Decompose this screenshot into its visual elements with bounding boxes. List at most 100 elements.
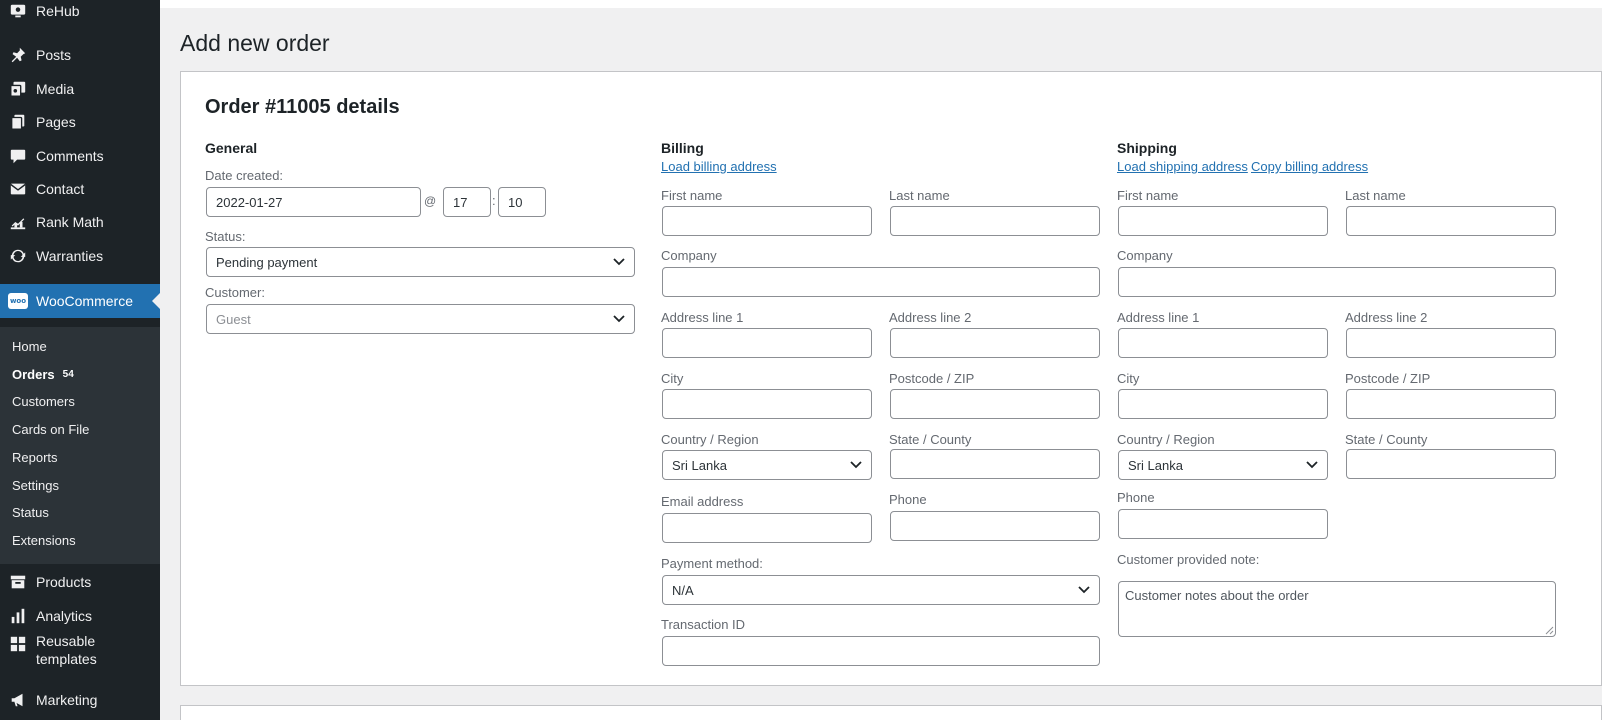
billing-phone-input[interactable] (890, 511, 1100, 541)
megaphone-icon (8, 690, 28, 710)
menu-item-label: Products (36, 574, 92, 590)
menu-item-warranties[interactable]: Warranties (0, 239, 160, 273)
hour-input[interactable]: 17 (443, 187, 491, 217)
minute-input[interactable]: 10 (498, 187, 546, 217)
menu-item-label: Warranties (36, 248, 104, 264)
payment-method-label: Payment method: (661, 556, 763, 571)
submenu-item-orders[interactable]: Orders 54 (12, 364, 74, 384)
billing-company-input[interactable] (662, 267, 1100, 297)
chevron-down-icon (1306, 461, 1318, 469)
submenu-label: Settings (12, 477, 59, 493)
menu-item-label: Analytics (36, 608, 93, 624)
menu-item-products[interactable]: Products (0, 565, 160, 599)
submenu-item-customers[interactable]: Customers (12, 391, 75, 411)
billing-last-name-input[interactable] (890, 206, 1100, 236)
menu-item-posts[interactable]: Posts (0, 38, 160, 72)
page-title: Add new order (180, 30, 330, 56)
billing-country-value: Sri Lanka (672, 457, 727, 473)
submenu-label: Reports (12, 449, 58, 465)
shipping-address1-input[interactable] (1118, 328, 1328, 358)
load-billing-address-link[interactable]: Load billing address (661, 159, 777, 174)
billing-address2-input[interactable] (890, 328, 1100, 358)
billing-state-input[interactable] (890, 449, 1100, 479)
menu-item-label: Marketing (36, 692, 98, 708)
shipping-company-label: Company (1117, 248, 1173, 263)
customer-note-placeholder: Customer notes about the order (1125, 588, 1309, 603)
menu-item-comments[interactable]: Comments (0, 139, 160, 173)
load-shipping-address-link[interactable]: Load shipping address (1117, 159, 1248, 174)
menu-item-contact[interactable]: Contact (0, 172, 160, 206)
woocommerce-logo: woo (8, 293, 28, 309)
shipping-first-name-input[interactable] (1118, 206, 1328, 236)
payment-method-value: N/A (672, 582, 694, 598)
transaction-id-label: Transaction ID (661, 617, 746, 632)
billing-city-input[interactable] (662, 389, 872, 419)
billing-first-name-input[interactable] (662, 206, 872, 236)
envelope-icon (8, 179, 28, 199)
shipping-phone-input[interactable] (1118, 509, 1328, 539)
top-strip (160, 0, 1602, 8)
menu-item-label: Posts (36, 47, 72, 63)
billing-postcode-input[interactable] (890, 389, 1100, 419)
payment-method-select[interactable]: N/A (662, 575, 1100, 605)
menu-item-woocommerce[interactable]: woo WooCommerce (0, 284, 160, 318)
menu-item-rank-math[interactable]: Rank Math (0, 205, 160, 239)
billing-address1-input[interactable] (662, 328, 872, 358)
copy-billing-address-link[interactable]: Copy billing address (1251, 159, 1368, 174)
orders-count-badge: 54 (62, 368, 74, 380)
submenu-item-home[interactable]: Home (12, 336, 47, 356)
submenu-item-reports[interactable]: Reports (12, 447, 58, 467)
submenu-item-extensions[interactable]: Extensions (12, 530, 76, 550)
chevron-down-icon (613, 258, 625, 266)
shipping-city-input[interactable] (1118, 389, 1328, 419)
bar-chart-icon (8, 606, 28, 626)
shipping-last-name-input[interactable] (1346, 206, 1556, 236)
submenu-item-settings[interactable]: Settings (12, 475, 59, 495)
admin-sidebar: ReHub Posts Media Pages Comments Contact (0, 0, 160, 720)
menu-item-label: Contact (36, 181, 85, 197)
chevron-down-icon (1078, 586, 1090, 594)
customer-select[interactable]: Guest (206, 304, 635, 334)
submenu-item-cards-on-file[interactable]: Cards on File (12, 419, 89, 439)
resize-handle-icon[interactable] (1545, 626, 1554, 635)
billing-postcode-label: Postcode / ZIP (889, 371, 975, 386)
billing-country-select[interactable]: Sri Lanka (662, 450, 872, 480)
minute-value: 10 (508, 194, 523, 210)
menu-item-media[interactable]: Media (0, 72, 160, 106)
menu-item-analytics[interactable]: Analytics (0, 599, 160, 633)
submenu-label: Customers (12, 393, 75, 409)
submenu-item-status[interactable]: Status (12, 502, 49, 522)
chevron-down-icon (613, 315, 625, 323)
archive-icon (8, 572, 28, 592)
menu-item-reusable-templates[interactable]: Reusable templates (0, 632, 160, 670)
billing-address2-label: Address line 2 (889, 310, 972, 325)
shipping-country-select[interactable]: Sri Lanka (1118, 450, 1328, 480)
menu-item-marketing[interactable]: Marketing (0, 683, 160, 717)
label-line: templates (36, 651, 97, 667)
menu-item-label: Reusable templates (36, 632, 97, 668)
shipping-address2-input[interactable] (1346, 328, 1556, 358)
transaction-id-input[interactable] (662, 636, 1100, 666)
billing-city-label: City (661, 371, 684, 386)
customer-value: Guest (216, 311, 251, 327)
shipping-company-input[interactable] (1118, 267, 1556, 297)
menu-item-rehub[interactable]: ReHub (0, 0, 160, 28)
shipping-state-label: State / County (1345, 432, 1428, 447)
shipping-state-input[interactable] (1346, 449, 1556, 479)
rankmath-icon (8, 212, 28, 232)
customer-note-textarea[interactable]: Customer notes about the order (1118, 581, 1556, 637)
date-created-label: Date created: (205, 168, 284, 183)
menu-item-pages[interactable]: Pages (0, 105, 160, 139)
shipping-postcode-input[interactable] (1346, 389, 1556, 419)
refresh-icon (8, 246, 28, 266)
menu-item-label: ReHub (36, 3, 80, 19)
status-select[interactable]: Pending payment (206, 247, 635, 277)
status-label: Status: (205, 229, 246, 244)
grid-icon (8, 634, 28, 654)
date-created-input[interactable]: 2022-01-27 (206, 187, 421, 217)
billing-country-label: Country / Region (661, 432, 759, 447)
billing-email-input[interactable] (662, 513, 872, 543)
billing-heading: Billing (661, 140, 704, 156)
date-value: 2022-01-27 (216, 194, 283, 210)
shipping-heading: Shipping (1117, 140, 1177, 156)
